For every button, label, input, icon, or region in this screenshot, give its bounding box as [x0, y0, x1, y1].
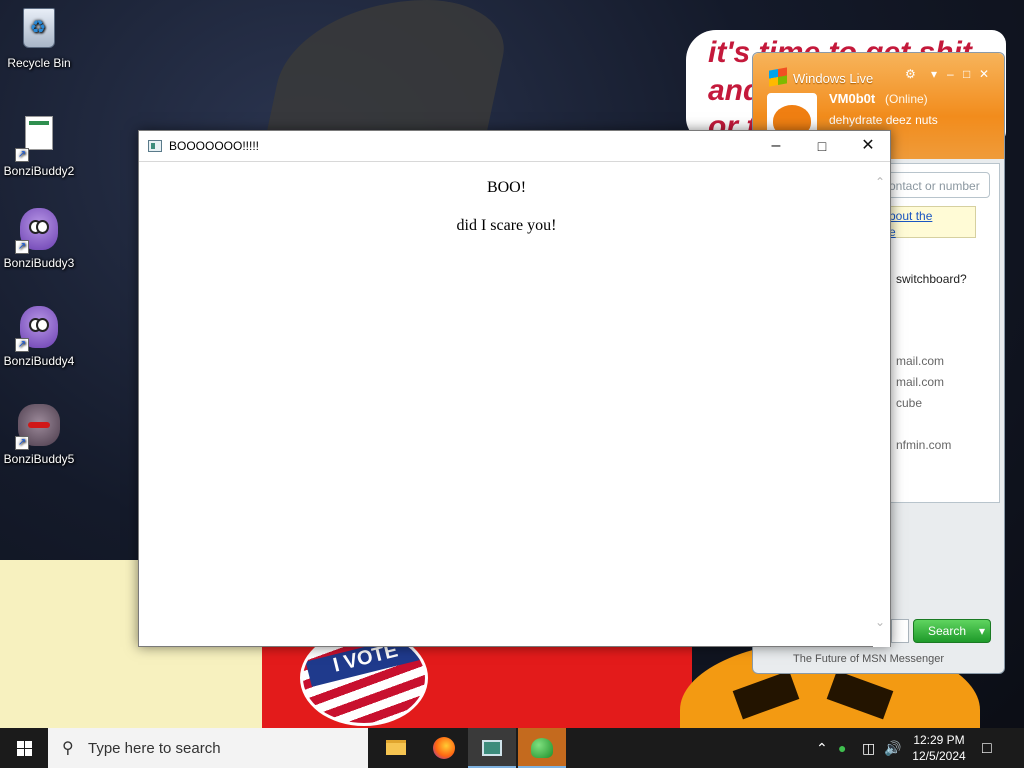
- app-window-icon: [482, 740, 502, 756]
- desktop-icon-bonzibuddy2[interactable]: ↗ BonziBuddy2: [0, 112, 78, 178]
- boo-popup-window[interactable]: BOOOOOOO!!!!! – □ ✕ BOO! did I scare you…: [138, 130, 891, 647]
- desktop-icon-bonzibuddy5[interactable]: ↗ BonziBuddy5: [0, 404, 78, 466]
- desktop-icon-label: BonziBuddy4: [3, 354, 75, 368]
- contact-item[interactable]: mail.com: [896, 354, 944, 368]
- shortcut-arrow-icon: ↗: [15, 148, 29, 162]
- taskbar-search-placeholder: Type here to search: [88, 740, 221, 757]
- clock-time: 12:29 PM: [913, 733, 965, 747]
- contact-item[interactable]: nfmin.com: [896, 438, 951, 452]
- desktop-icon-recycle-bin[interactable]: Recycle Bin: [0, 6, 78, 70]
- popup-content: BOO! did I scare you!: [139, 163, 874, 647]
- messenger-taskbar-button[interactable]: [518, 728, 566, 768]
- notification-box: bout the e: [880, 206, 976, 241]
- search-button[interactable]: Search: [913, 619, 991, 643]
- menu-dropdown-icon[interactable]: ▾: [931, 67, 937, 81]
- messenger-footer: The Future of MSN Messenger: [793, 653, 945, 665]
- clock-date: 12/5/2024: [912, 749, 966, 763]
- shortcut-arrow-icon: ↗: [15, 240, 29, 254]
- switchboard-question: switchboard?: [896, 272, 967, 286]
- recycle-bin-icon: [17, 8, 61, 52]
- firefox-icon: [433, 737, 455, 759]
- popup-app-taskbar-button[interactable]: [468, 728, 516, 768]
- folder-icon: [386, 740, 406, 755]
- shortcut-arrow-icon: ↗: [15, 338, 29, 352]
- desktop-icon-bonzibuddy3[interactable]: ↗ BonziBuddy3: [0, 208, 78, 270]
- desktop-icon-label: BonziBuddy5: [3, 452, 75, 466]
- contact-item[interactable]: mail.com: [896, 375, 944, 389]
- shortcut-arrow-icon: ↗: [15, 436, 29, 450]
- messenger-brand: Windows Live: [793, 71, 874, 86]
- popup-titlebar[interactable]: BOOOOOOO!!!!! – □ ✕: [139, 131, 890, 162]
- contact-search-input[interactable]: contact or number: [878, 172, 990, 198]
- show-hidden-icons-chevron-icon[interactable]: ⌃: [816, 740, 828, 757]
- taskbar-search-box[interactable]: ⚲ Type here to search: [48, 728, 368, 768]
- contact-item[interactable]: cube: [896, 396, 922, 410]
- taskbar-clock[interactable]: 12:29 PM 12/5/2024: [904, 732, 974, 764]
- network-icon[interactable]: ◫: [862, 740, 875, 757]
- app-window-icon: [148, 140, 162, 152]
- notifications-icon[interactable]: □: [982, 740, 992, 758]
- desktop-icon-label: BonziBuddy3: [3, 256, 75, 270]
- bonzi-purple-icon: ↗: [15, 208, 61, 254]
- document-shortcut-icon: ↗: [15, 116, 61, 162]
- scroll-down-icon[interactable]: ⌄: [875, 615, 885, 629]
- taskbar: ⚲ Type here to search ⌃ ● ◫ 🔊 12:29 PM 1…: [0, 728, 1024, 768]
- display-name[interactable]: VM0b0t: [829, 91, 875, 106]
- start-button[interactable]: [0, 728, 48, 768]
- pumpkin-eye: [826, 670, 894, 720]
- bonzi-purple-icon: ↗: [15, 306, 61, 352]
- popup-title: BOOOOOOO!!!!!: [169, 139, 260, 153]
- boo-heading: BOO!: [486, 179, 527, 196]
- firefox-taskbar-button[interactable]: [420, 728, 468, 768]
- file-explorer-taskbar-button[interactable]: [372, 728, 420, 768]
- minimize-button[interactable]: –: [753, 131, 799, 161]
- windows-live-logo-icon: [769, 67, 787, 87]
- scroll-up-icon[interactable]: ⌃: [875, 175, 885, 189]
- messenger-buddy-icon: [531, 738, 553, 758]
- desktop-icon-label: Recycle Bin: [7, 56, 71, 70]
- monkey-icon: ↗: [15, 404, 61, 450]
- pumpkin-eye: [732, 670, 800, 720]
- popup-scrollbar[interactable]: ⌃ ⌄: [873, 163, 890, 647]
- wallpaper-witch-hat: [265, 0, 515, 140]
- close-button[interactable]: ✕: [845, 131, 891, 161]
- scare-message: did I scare you!: [456, 217, 557, 234]
- minimize-button[interactable]: –: [947, 67, 954, 81]
- notification-link[interactable]: bout the: [881, 207, 975, 225]
- desktop-icon-bonzibuddy4[interactable]: ↗ BonziBuddy4: [0, 306, 78, 368]
- search-icon: ⚲: [62, 740, 74, 757]
- volume-icon[interactable]: 🔊: [884, 740, 901, 757]
- web-search-input[interactable]: [891, 619, 909, 643]
- desktop-icon-label: BonziBuddy2: [3, 164, 75, 178]
- maximize-button[interactable]: □: [799, 131, 845, 161]
- online-status[interactable]: (Online): [885, 92, 928, 106]
- notification-link[interactable]: e: [881, 225, 975, 241]
- maximize-button[interactable]: □: [963, 67, 970, 81]
- settings-icon[interactable]: ⚙: [905, 67, 916, 81]
- close-button[interactable]: ✕: [979, 67, 989, 81]
- personal-message[interactable]: dehydrate deez nuts: [829, 113, 938, 127]
- messenger-tray-icon[interactable]: ●: [838, 740, 846, 756]
